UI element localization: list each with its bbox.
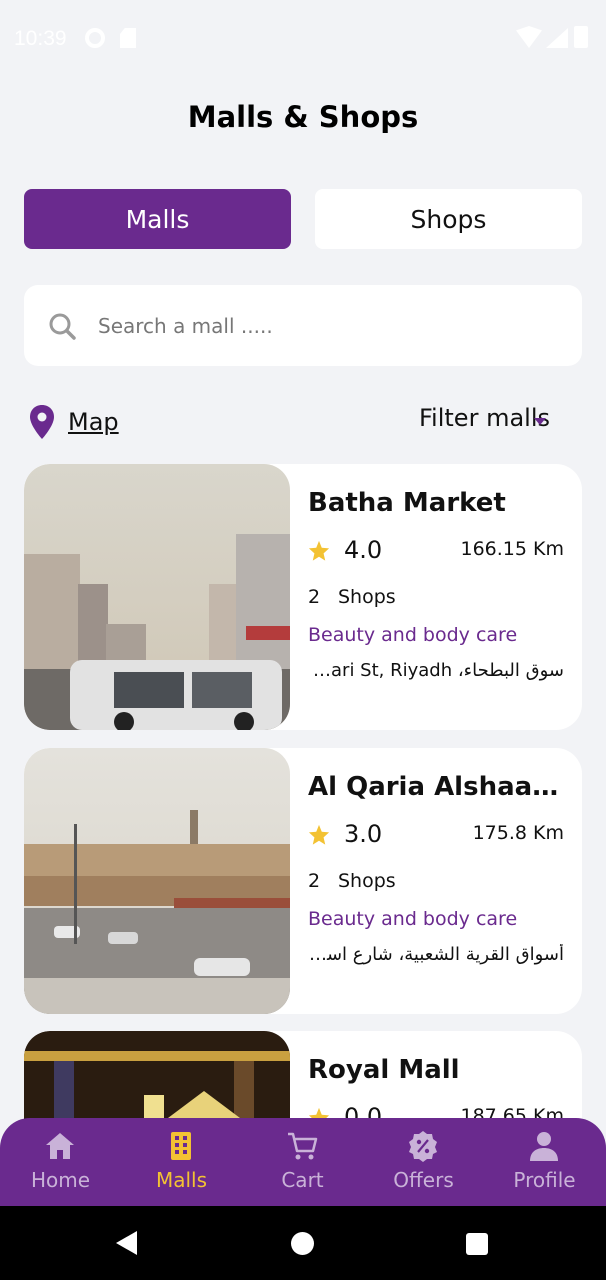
mall-shops-count: 2 — [308, 586, 321, 608]
tab-shops[interactable]: Shops — [315, 189, 582, 249]
person-icon — [530, 1132, 558, 1161]
nav-profile[interactable]: Profile — [484, 1118, 605, 1206]
mall-distance: 175.8 Km — [472, 822, 564, 844]
mall-address: أسواق القرية الشعبية، شارع اسماعيل — [308, 944, 564, 965]
mall-distance: 166.15 Km — [460, 538, 565, 560]
search-input[interactable] — [98, 285, 558, 366]
mall-rating: 3.0 — [344, 820, 383, 848]
page-title: Malls & Shops — [187, 100, 419, 134]
search-box[interactable] — [24, 285, 582, 366]
nav-offers[interactable]: Offers — [363, 1118, 484, 1206]
nav-cart[interactable]: Cart — [242, 1118, 363, 1206]
mall-card[interactable]: Batha Market 4.0 166.15 Km 2 Shops Beaut… — [24, 464, 582, 730]
mall-photo — [24, 748, 290, 1014]
mall-shops-label: Shops — [338, 870, 396, 892]
star-icon — [308, 540, 330, 561]
star-icon — [308, 824, 330, 845]
mall-shops-label: Shops — [338, 586, 396, 608]
wifi-icon — [516, 26, 542, 48]
status-time: 10:39 — [14, 27, 67, 50]
mall-name: Batha Market — [308, 488, 506, 518]
building-icon — [171, 1132, 191, 1160]
system-nav-bar — [0, 1206, 606, 1280]
battery-icon — [574, 26, 588, 48]
caret-down-icon[interactable] — [534, 418, 546, 425]
tab-malls[interactable]: Malls — [24, 189, 291, 249]
bottom-nav: Home Malls Cart Offers Profile — [0, 1118, 606, 1206]
cell-signal-icon — [546, 28, 568, 48]
mall-name: Royal Mall — [308, 1055, 460, 1085]
discount-badge-icon — [409, 1131, 437, 1162]
search-icon — [49, 313, 76, 340]
sd-card-icon — [120, 28, 136, 48]
home-circle-icon[interactable] — [291, 1232, 314, 1255]
mall-photo — [24, 464, 290, 730]
mall-category: Beauty and body care — [308, 908, 518, 930]
mall-rating: 4.0 — [344, 536, 383, 564]
nav-profile-label: Profile — [513, 1168, 576, 1192]
nav-offers-label: Offers — [393, 1168, 454, 1192]
home-icon — [46, 1133, 74, 1159]
map-label[interactable]: Map — [68, 408, 119, 436]
settings-gear-icon — [85, 28, 105, 48]
filter-malls-dropdown[interactable]: Filter malls — [419, 404, 550, 432]
nav-home[interactable]: Home — [0, 1118, 121, 1206]
mall-category: Beauty and body care — [308, 624, 518, 646]
mall-name: Al Qaria Alshaabiya — [308, 772, 568, 802]
map-link[interactable]: Map — [30, 400, 119, 444]
cart-icon — [288, 1132, 318, 1160]
status-bar: 10:39 — [0, 0, 606, 78]
nav-home-label: Home — [30, 1168, 91, 1192]
mall-card[interactable]: Al Qaria Alshaabiya 3.0 175.8 Km 2 Shops… — [24, 748, 582, 1014]
nav-cart-label: Cart — [281, 1168, 324, 1192]
map-pin-icon — [30, 405, 54, 439]
recent-apps-icon[interactable] — [466, 1233, 488, 1255]
nav-malls[interactable]: Malls — [121, 1118, 242, 1206]
mall-shops-count: 2 — [308, 870, 321, 892]
mall-address: سوق البطحاء، Abu Ayyub Al-Ansari St, Riy… — [308, 660, 564, 681]
nav-malls-label: Malls — [155, 1168, 208, 1192]
back-icon[interactable] — [116, 1231, 137, 1255]
status-icons — [516, 26, 596, 50]
